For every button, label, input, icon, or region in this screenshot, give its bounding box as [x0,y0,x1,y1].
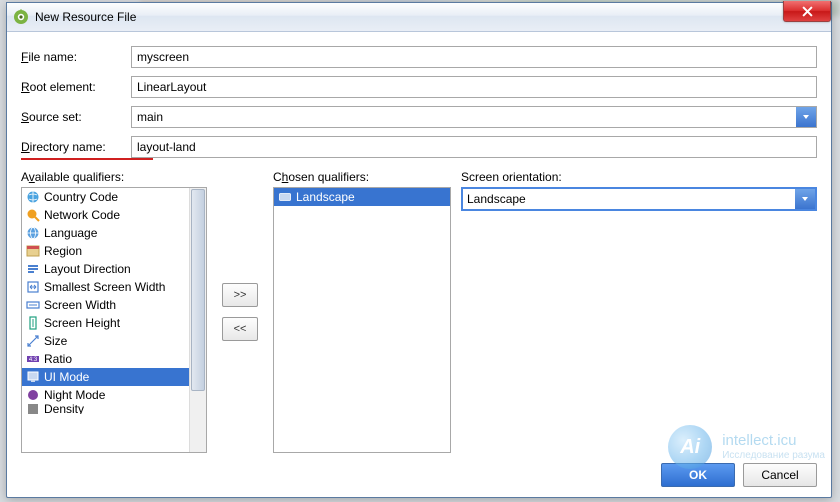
screen-orientation-combo[interactable]: Landscape [461,187,817,211]
density-icon [26,404,40,414]
android-studio-icon [13,9,29,25]
directory-name-row: Directory name: [21,136,817,158]
ui-mode-icon [26,370,40,384]
svg-text:4:3: 4:3 [29,357,38,363]
dialog-title: New Resource File [35,10,136,24]
cancel-button[interactable]: Cancel [743,463,817,487]
smallest-width-icon [26,280,40,294]
language-icon [26,226,40,240]
flag-icon [26,244,40,258]
qualifier-smallest-width[interactable]: Smallest Screen Width [22,278,189,296]
night-mode-icon [26,388,40,402]
landscape-icon [278,190,292,204]
qualifier-region[interactable]: Region [22,242,189,260]
titlebar[interactable]: New Resource File [7,3,831,32]
chosen-qualifiers-list[interactable]: Landscape [273,187,451,453]
layout-direction-icon [26,262,40,276]
file-name-input[interactable] [131,46,817,68]
source-set-combo[interactable]: main [131,106,817,128]
screen-height-icon [26,316,40,330]
source-set-label: Source set: [21,110,82,124]
qualifier-size[interactable]: Size [22,332,189,350]
qualifier-language[interactable]: Language [22,224,189,242]
root-element-input[interactable] [131,76,817,98]
highlight-underline [21,158,153,160]
root-element-label: Root element: [21,80,96,94]
qualifier-ui-mode[interactable]: UI Mode [22,368,189,386]
file-name-label: File name: [21,50,77,64]
remove-qualifier-button[interactable]: << [222,317,258,341]
add-qualifier-button[interactable]: >> [222,283,258,307]
scrollbar-thumb[interactable] [191,189,205,391]
chosen-qualifiers-label: Chosen qualifiers: [273,170,451,184]
screen-orientation-value: Landscape [467,192,526,206]
globe-signal-icon [26,208,40,222]
chosen-landscape[interactable]: Landscape [274,188,450,206]
chevron-down-icon [795,189,815,209]
window-close-button[interactable] [783,1,831,22]
screen-orientation-label: Screen orientation: [461,170,817,184]
qualifier-density[interactable]: Density [22,404,189,414]
screen-width-icon [26,298,40,312]
directory-name-label: Directory name: [21,140,106,154]
ok-button[interactable]: OK [661,463,735,487]
file-name-row: File name: [21,46,817,68]
directory-name-input[interactable] [131,136,817,158]
qualifier-ratio[interactable]: 4:3Ratio [22,350,189,368]
qualifier-network-code[interactable]: Network Code [22,206,189,224]
new-resource-dialog: New Resource File File name: Root elemen… [6,2,832,498]
qualifier-screen-width[interactable]: Screen Width [22,296,189,314]
size-icon [26,334,40,348]
ratio-icon: 4:3 [26,352,40,366]
available-qualifiers-list[interactable]: Country Code Network Code Language Regio… [21,187,207,453]
source-set-value: main [137,110,163,124]
qualifier-screen-height[interactable]: Screen Height [22,314,189,332]
chevron-down-icon [796,107,816,127]
qualifier-layout-direction[interactable]: Layout Direction [22,260,189,278]
root-element-row: Root element: [21,76,817,98]
available-scrollbar[interactable] [189,188,206,452]
globe-icon [26,190,40,204]
qualifier-country-code[interactable]: Country Code [22,188,189,206]
qualifier-night-mode[interactable]: Night Mode [22,386,189,404]
available-qualifiers-label: Available qualifiers: [21,170,207,184]
source-set-row: Source set: main [21,106,817,128]
